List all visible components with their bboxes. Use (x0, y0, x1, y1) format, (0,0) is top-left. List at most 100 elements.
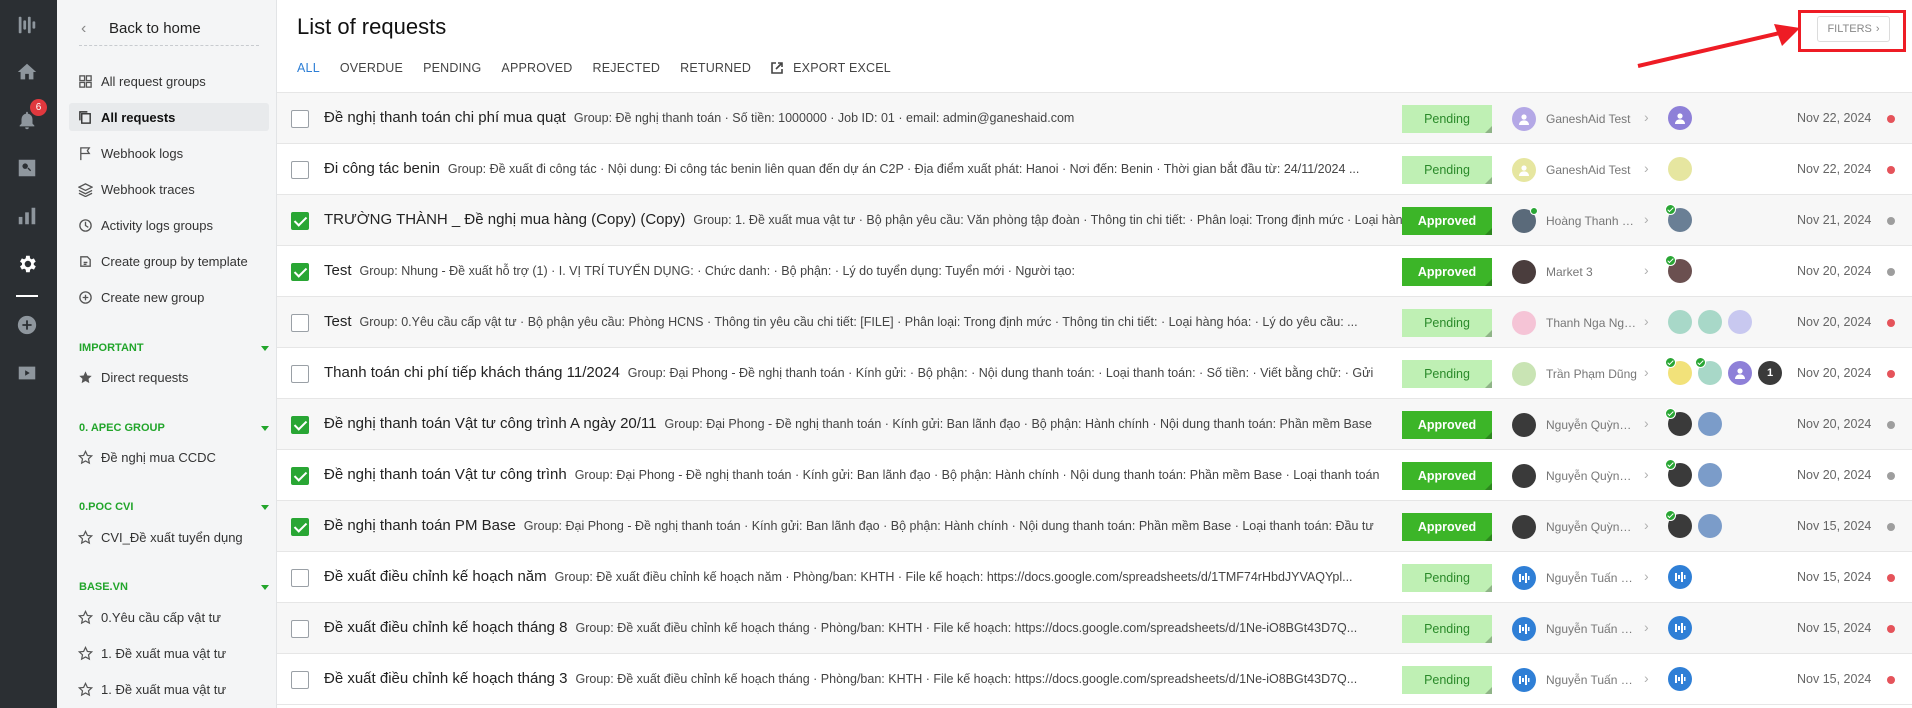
tab-all[interactable]: ALL (297, 61, 320, 75)
approver-avatars (1668, 106, 1698, 130)
request-title[interactable]: Đề nghị thanh toán Vật tư công trình A n… (324, 415, 657, 432)
row-text[interactable]: Đề nghị thanh toán Vật tư công trình Grou… (324, 466, 1432, 484)
row-checkbox[interactable] (291, 314, 309, 332)
row-text[interactable]: Test Group: 0.Yêu cầu cấp vật tư · Bộ phậ… (324, 313, 1432, 331)
sidebar-item-webhook-logs[interactable]: Webhook logs (69, 139, 269, 167)
back-to-home-link[interactable]: ‹ Back to home (79, 12, 259, 46)
request-title[interactable]: Đề nghị thanh toán PM Base (324, 517, 516, 534)
star-icon[interactable] (69, 529, 101, 545)
row-checkbox[interactable] (291, 671, 309, 689)
collapse-triangle-icon[interactable] (261, 345, 269, 351)
row-checkbox[interactable] (291, 110, 309, 128)
video-icon[interactable] (14, 360, 40, 386)
row-checkbox[interactable] (291, 263, 309, 281)
row-checkbox[interactable] (291, 212, 309, 230)
table-row[interactable]: Test Group: 0.Yêu cầu cấp vật tư · Bộ phậ… (277, 297, 1912, 348)
request-title[interactable]: Đề xuất điều chỉnh kế hoạch năm (324, 568, 547, 585)
sidebar-item-all-requests[interactable]: All requests (69, 103, 269, 131)
table-row[interactable]: Đề nghị thanh toán chi phí mua quạt Group… (277, 93, 1912, 144)
row-text[interactable]: Đề xuất điều chỉnh kế hoạch tháng 3 Group… (324, 670, 1432, 688)
collapse-triangle-icon[interactable] (261, 584, 269, 590)
request-title[interactable]: Đi công tác benin (324, 160, 440, 177)
table-row[interactable]: Đề nghị thanh toán Vật tư công trình A n… (277, 399, 1912, 450)
plus-circle-icon[interactable] (14, 312, 40, 338)
star-icon[interactable] (69, 681, 101, 697)
sidebar-item-yeu-cau-cap-vat-tu[interactable]: 0.Yêu cầu cấp vật tư (69, 603, 269, 631)
collapse-triangle-icon[interactable] (261, 425, 269, 431)
star-icon[interactable] (69, 609, 101, 625)
row-checkbox[interactable] (291, 365, 309, 383)
request-title[interactable]: Đề nghị thanh toán Vật tư công trình (324, 466, 567, 483)
home-icon[interactable] (14, 59, 40, 85)
request-title[interactable]: Thanh toán chi phí tiếp khách tháng 11/2… (324, 364, 620, 381)
sidebar-item-all-request-groups[interactable]: All request groups (69, 67, 269, 95)
tab-pending[interactable]: PENDING (423, 61, 481, 75)
table-row[interactable]: Test Group: Nhung - Đề xuất hỗ trợ (1) · … (277, 246, 1912, 297)
row-text[interactable]: Đề xuất điều chỉnh kế hoạch tháng 8 Group… (324, 619, 1432, 637)
approver-avatar (1668, 616, 1692, 640)
row-checkbox[interactable] (291, 467, 309, 485)
sidebar-item-direct-requests[interactable]: Direct requests (69, 363, 269, 391)
request-title[interactable]: TRƯỜNG THÀNH _ Đề nghị mua hàng (Copy) (… (324, 211, 685, 228)
section-base-vn[interactable]: BASE.VN (79, 581, 269, 593)
request-title[interactable]: Đề nghị thanh toán chi phí mua quạt (324, 109, 566, 126)
request-title[interactable]: Test (324, 313, 352, 330)
gear-icon[interactable] (14, 251, 40, 277)
row-checkbox[interactable] (291, 416, 309, 434)
section-apec-group[interactable]: 0. APEC GROUP (79, 422, 269, 434)
row-checkbox[interactable] (291, 569, 309, 587)
creator-name: Nguyễn Quỳnh T... (1546, 418, 1638, 432)
table-row[interactable]: Đề nghị thanh toán PM Base Group: Đại Pho… (277, 501, 1912, 552)
chevron-right-icon: › (1644, 619, 1649, 635)
star-icon[interactable] (69, 449, 101, 465)
table-row[interactable]: TRƯỜNG THÀNH _ Đề nghị mua hàng (Copy) (… (277, 195, 1912, 246)
row-text[interactable]: Đề xuất điều chỉnh kế hoạch năm Group: Đề… (324, 568, 1432, 586)
status-tabs: ALL OVERDUE PENDING APPROVED REJECTED RE… (297, 61, 911, 75)
request-title[interactable]: Đề xuất điều chỉnh kế hoạch tháng 8 (324, 619, 568, 636)
section-poc-cvi[interactable]: 0.POC CVI (79, 501, 269, 513)
approver-avatar (1668, 310, 1692, 334)
row-text[interactable]: Đi công tác benin Group: Đề xuất đi công … (324, 160, 1432, 178)
row-text[interactable]: Đề nghị thanh toán PM Base Group: Đại Pho… (324, 517, 1432, 535)
section-important[interactable]: IMPORTANT (79, 342, 269, 354)
sidebar-item-label: Activity logs groups (101, 217, 213, 233)
row-text[interactable]: Thanh toán chi phí tiếp khách tháng 11/2… (324, 364, 1432, 382)
sidebar-item-create-new-group[interactable]: Create new group (69, 283, 269, 311)
row-text[interactable]: Đề nghị thanh toán chi phí mua quạt Group… (324, 109, 1432, 127)
tab-rejected[interactable]: REJECTED (593, 61, 661, 75)
avatar (1512, 515, 1536, 539)
tab-returned[interactable]: RETURNED (680, 61, 751, 75)
sidebar-item-cvi-de-xuat-tuyen-dung[interactable]: CVI_Đề xuất tuyển dụng (69, 523, 269, 551)
row-text[interactable]: Đề nghị thanh toán Vật tư công trình A n… (324, 415, 1432, 433)
tab-approved[interactable]: APPROVED (501, 61, 572, 75)
request-title[interactable]: Đề xuất điều chỉnh kế hoạch tháng 3 (324, 670, 568, 687)
base-logo-icon[interactable] (14, 12, 40, 38)
state-dot (1887, 217, 1895, 225)
row-text[interactable]: TRƯỜNG THÀNH _ Đề nghị mua hàng (Copy) (… (324, 211, 1432, 229)
table-row[interactable]: Đi công tác benin Group: Đề xuất đi công … (277, 144, 1912, 195)
sidebar-item-de-xuat-mua-vat-tu-2[interactable]: 1. Đề xuất mua vật tư (69, 675, 269, 703)
tab-overdue[interactable]: OVERDUE (340, 61, 403, 75)
row-text[interactable]: Test Group: Nhung - Đề xuất hỗ trợ (1) · … (324, 262, 1432, 280)
table-row[interactable]: Đề xuất điều chỉnh kế hoạch tháng 8 Group… (277, 603, 1912, 654)
sidebar-item-de-xuat-mua-vat-tu[interactable]: 1. Đề xuất mua vật tư (69, 639, 269, 667)
table-row[interactable]: Đề xuất điều chỉnh kế hoạch tháng 3 Group… (277, 654, 1912, 705)
row-checkbox[interactable] (291, 620, 309, 638)
sidebar-item-activity-logs-groups[interactable]: Activity logs groups (69, 211, 269, 239)
approver-avatar (1668, 157, 1692, 181)
sidebar-item-webhook-traces[interactable]: Webhook traces (69, 175, 269, 203)
export-excel-button[interactable]: EXPORT EXCEL (771, 61, 891, 75)
collapse-triangle-icon[interactable] (261, 504, 269, 510)
row-checkbox[interactable] (291, 161, 309, 179)
row-checkbox[interactable] (291, 518, 309, 536)
table-row[interactable]: Thanh toán chi phí tiếp khách tháng 11/2… (277, 348, 1912, 399)
request-date: Nov 22, 2024 (1797, 162, 1872, 176)
sidebar-item-de-nghi-mua-ccdc[interactable]: Đề nghị mua CCDC (69, 443, 269, 471)
star-icon[interactable] (69, 645, 101, 661)
request-title[interactable]: Test (324, 262, 352, 279)
search-box-icon[interactable] (14, 155, 40, 181)
chart-icon[interactable] (14, 203, 40, 229)
table-row[interactable]: Đề nghị thanh toán Vật tư công trình Grou… (277, 450, 1912, 501)
table-row[interactable]: Đề xuất điều chỉnh kế hoạch năm Group: Đề… (277, 552, 1912, 603)
sidebar-item-create-group-by-template[interactable]: Create group by template (69, 247, 269, 275)
